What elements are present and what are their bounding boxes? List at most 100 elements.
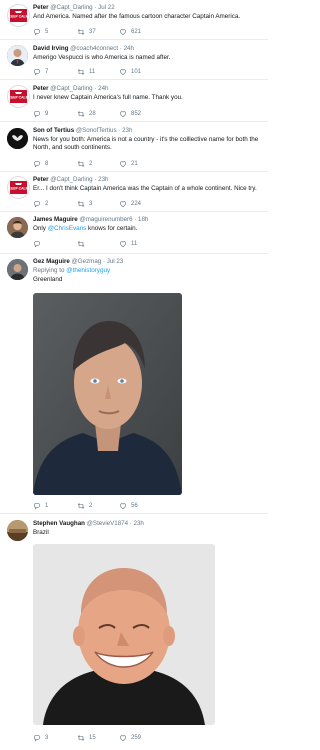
author-name[interactable]: Stephen Vaughan	[33, 520, 85, 527]
like-button[interactable]: 11	[119, 240, 137, 248]
tweet[interactable]: KEEP CALM Peter @Capt_Darling · 24h I ne…	[0, 80, 268, 122]
avatar[interactable]: KEEP CALM	[7, 176, 30, 199]
tweet-text-after: knows for certain.	[86, 225, 138, 232]
like-button[interactable]: 259	[119, 734, 141, 742]
tweet-header: Gez Maguire @Gezmag · Jul 23	[33, 258, 124, 265]
like-count: 259	[131, 735, 142, 741]
reply-icon	[33, 28, 41, 36]
tweet[interactable]: KEEP CALM Peter @Capt_Darling · 23h Er..…	[0, 172, 268, 212]
retweet-button[interactable]: 3	[77, 200, 92, 208]
retweet-button[interactable]: 11	[77, 68, 95, 76]
author-name[interactable]: Peter	[33, 85, 48, 92]
tweet-header: Peter @Capt_Darling · 23h	[33, 176, 109, 183]
reply-icon	[33, 734, 41, 742]
author-handle[interactable]: @Gezmag	[72, 258, 102, 265]
tweet[interactable]: Son of Tertius @SonofTertius · 23h News …	[0, 122, 268, 172]
person-icon	[7, 45, 28, 66]
retweet-button[interactable]	[77, 240, 89, 248]
retweet-count: 11	[89, 69, 96, 75]
like-button[interactable]: 621	[119, 28, 141, 36]
keep-calm-icon: KEEP CALM	[9, 181, 29, 194]
tweet[interactable]: David Irving @coach4connect · 24h Amerig…	[0, 40, 268, 80]
replying-to-link[interactable]: @thehistoryguy	[66, 267, 110, 274]
reply-button[interactable]	[33, 240, 45, 248]
reply-button[interactable]: 7	[33, 68, 48, 76]
avatar[interactable]	[7, 45, 28, 66]
tweet[interactable]: Stephen Vaughan @StevieV1874 · 23h Brazi…	[0, 514, 268, 750]
like-count: 21	[131, 161, 138, 167]
reply-button[interactable]: 8	[33, 160, 48, 168]
author-handle[interactable]: @coach4connect	[70, 45, 118, 52]
author-name[interactable]: Peter	[33, 176, 48, 183]
like-icon	[119, 160, 127, 168]
like-button[interactable]: 101	[119, 68, 141, 76]
reply-icon	[33, 160, 41, 168]
retweet-button[interactable]: 15	[77, 734, 96, 742]
author-handle[interactable]: @maguirenumber6	[79, 216, 132, 223]
author-name[interactable]: Peter	[33, 4, 48, 11]
author-handle[interactable]: @StevieV1874	[87, 520, 128, 527]
tweet[interactable]: James Maguire @maguirenumber6 · 18h Only…	[0, 212, 268, 254]
author-handle[interactable]: @Capt_Darling	[50, 176, 92, 183]
retweet-icon	[77, 110, 85, 118]
like-button[interactable]: 852	[119, 110, 141, 118]
tweet-time[interactable]: 23h	[122, 127, 132, 134]
reply-count: 1	[45, 503, 49, 509]
reply-button[interactable]: 9	[33, 110, 48, 118]
tweet[interactable]: Gez Maguire @Gezmag · Jul 23 Replying to…	[0, 254, 268, 514]
tweet-header: Peter @Capt_Darling · 24h	[33, 85, 109, 92]
reply-button[interactable]: 2	[33, 200, 48, 208]
retweet-button[interactable]: 2	[77, 160, 92, 168]
tweet-text: Only @ChrisEvans knows for certain.	[33, 225, 261, 233]
like-icon	[119, 502, 127, 510]
author-name[interactable]: David Irving	[33, 45, 68, 52]
like-count: 852	[131, 111, 142, 117]
tweet-photo[interactable]	[33, 544, 215, 725]
tweet-photo[interactable]	[33, 293, 182, 495]
retweet-count: 2	[89, 503, 93, 509]
retweet-button[interactable]: 28	[77, 110, 96, 118]
author-name[interactable]: Son of Tertius	[33, 127, 74, 134]
avatar[interactable]	[7, 217, 28, 238]
author-name[interactable]: Gez Maguire	[33, 258, 70, 265]
retweet-button[interactable]: 37	[77, 28, 96, 36]
tweet-actions: 7 11 101	[33, 68, 233, 77]
avatar[interactable]: KEEP CALM	[7, 85, 30, 108]
tweet-time[interactable]: 24h	[124, 45, 134, 52]
author-handle[interactable]: @Capt_Darling	[50, 4, 92, 11]
retweet-icon	[77, 240, 85, 248]
like-count: 224	[131, 201, 142, 207]
retweet-count: 3	[89, 201, 93, 207]
person-icon	[7, 259, 28, 280]
tweet-header: Peter @Capt_Darling · Jul 22	[33, 4, 115, 11]
reply-button[interactable]: 1	[33, 502, 48, 510]
reply-button[interactable]: 5	[33, 28, 48, 36]
tweet-time[interactable]: 18h	[138, 216, 148, 223]
like-icon	[119, 28, 127, 36]
author-handle[interactable]: @Capt_Darling	[50, 85, 92, 92]
mention-link[interactable]: @ChrisEvans	[48, 225, 87, 232]
portrait-image	[33, 544, 215, 725]
author-name[interactable]: James Maguire	[33, 216, 78, 223]
landscape-avatar-icon	[7, 520, 28, 541]
tweet-time[interactable]: Jul 22	[98, 4, 115, 11]
tweet-time[interactable]: 23h	[134, 520, 144, 527]
tweet-time[interactable]: 24h	[98, 85, 108, 92]
avatar[interactable]: KEEP CALM	[7, 4, 30, 27]
reply-button[interactable]: 3	[33, 734, 48, 742]
like-count: 56	[131, 503, 138, 509]
avatar[interactable]	[7, 520, 28, 541]
retweet-count: 28	[89, 111, 96, 117]
like-button[interactable]: 224	[119, 200, 141, 208]
author-handle[interactable]: @SonofTertius	[76, 127, 117, 134]
like-button[interactable]: 21	[119, 160, 138, 168]
like-button[interactable]: 56	[119, 502, 138, 510]
retweet-icon	[77, 734, 85, 742]
tweet-time[interactable]: Jul 23	[107, 258, 124, 265]
retweet-button[interactable]: 2	[77, 502, 92, 510]
tweet-header: Stephen Vaughan @StevieV1874 · 23h	[33, 520, 144, 527]
avatar[interactable]	[7, 259, 28, 280]
tweet-time[interactable]: 23h	[98, 176, 108, 183]
tweet[interactable]: KEEP CALM Peter @Capt_Darling · Jul 22 A…	[0, 0, 268, 40]
avatar[interactable]	[7, 128, 28, 149]
